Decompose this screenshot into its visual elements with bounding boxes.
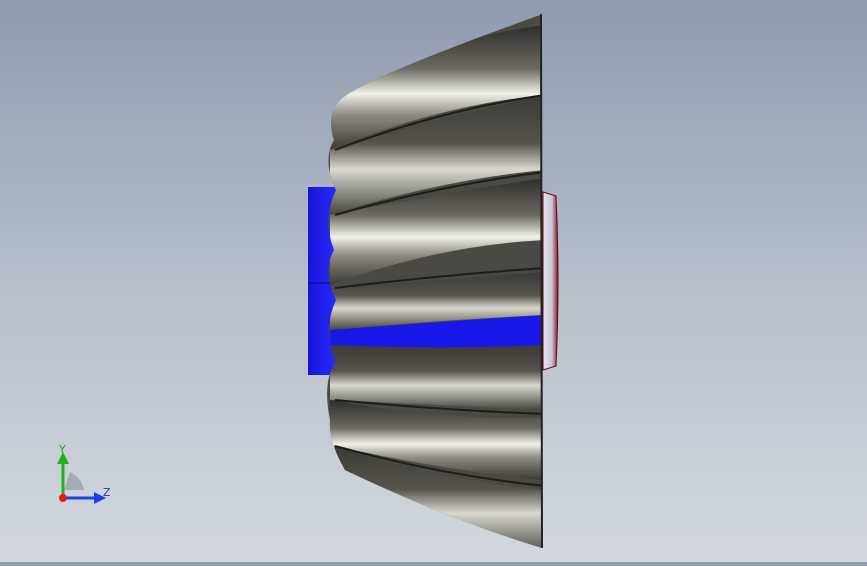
graphics-viewport[interactable]: Y Z: [0, 0, 867, 562]
triad-graphic: [57, 452, 106, 504]
gear-model[interactable]: [0, 0, 867, 562]
gear-teeth: [327, 15, 542, 548]
gear-flange: [542, 191, 559, 371]
y-axis-label: Y: [59, 443, 66, 456]
axis-triad: Y Z: [40, 438, 130, 518]
z-axis-label: Z: [103, 486, 111, 499]
